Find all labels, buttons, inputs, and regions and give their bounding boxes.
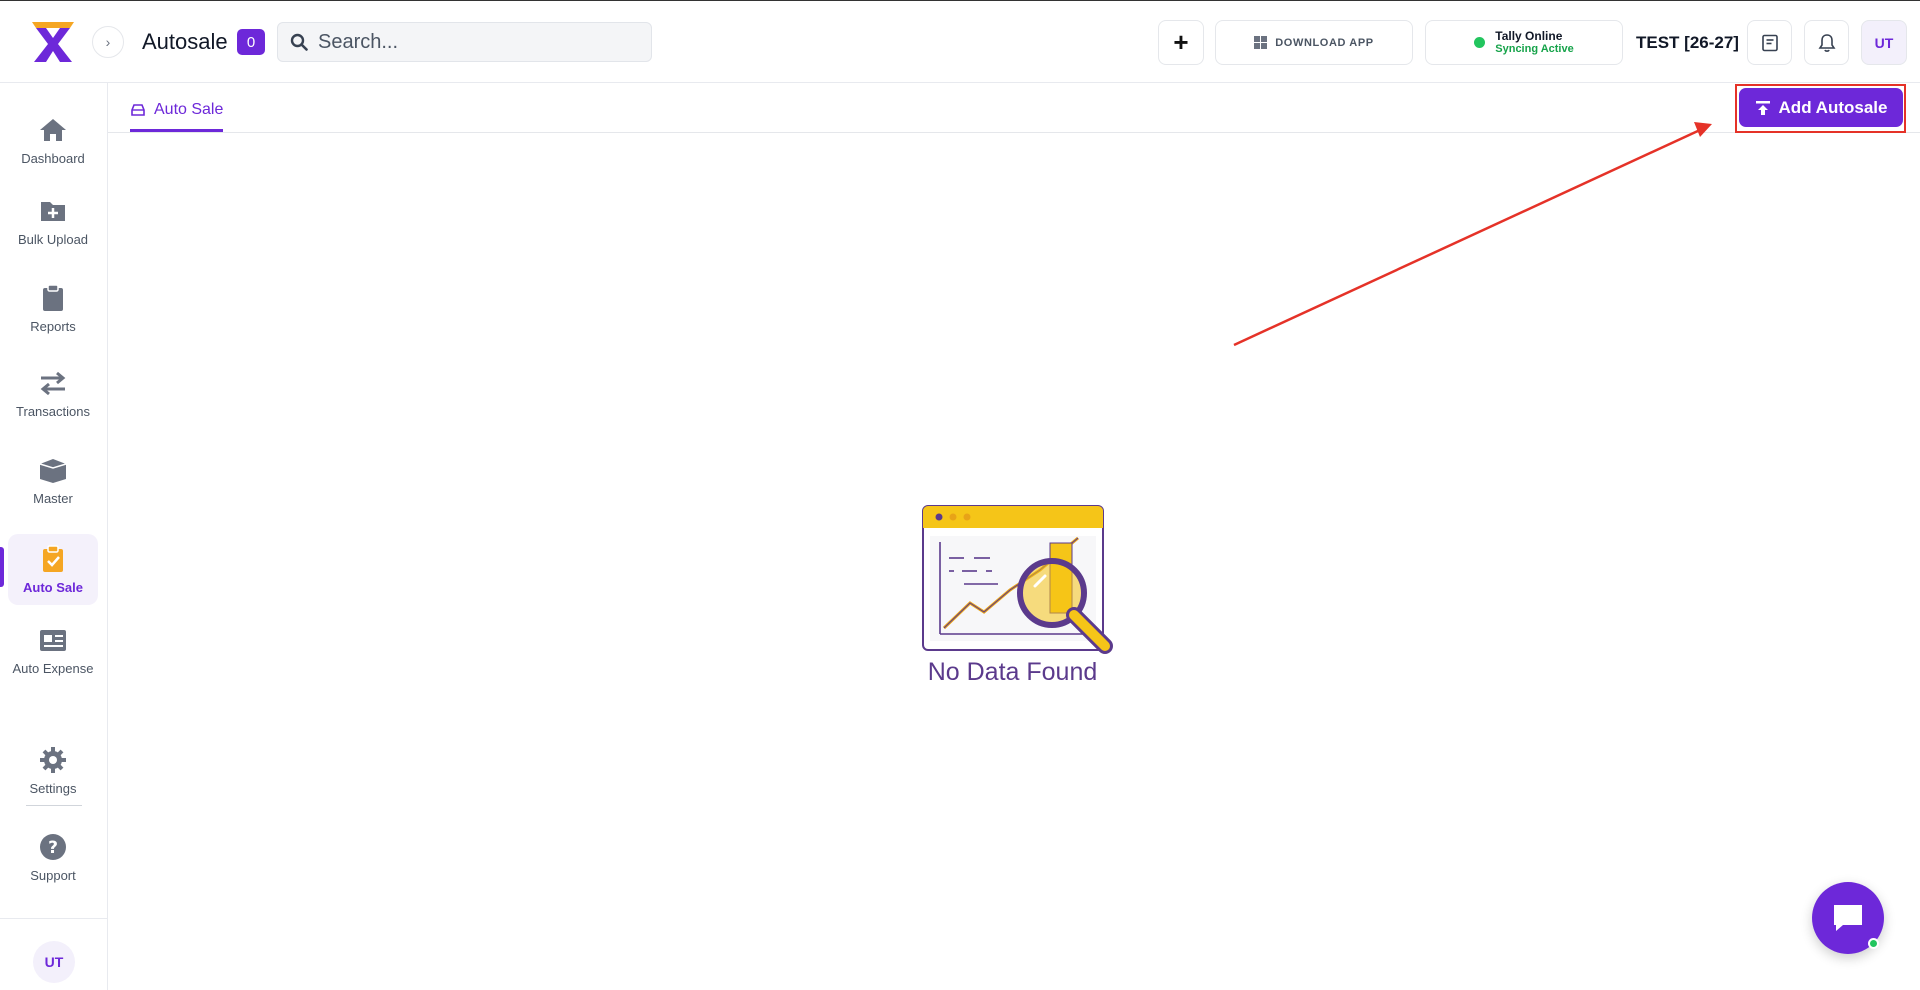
bell-icon (1818, 33, 1835, 52)
tally-title: Tally Online (1495, 28, 1563, 43)
arrows-exchange-icon (40, 371, 66, 396)
user-avatar[interactable]: UT (1861, 20, 1907, 65)
book-icon (1761, 34, 1778, 51)
sidebar-item-label: Settings (29, 781, 77, 796)
sidebar-item-bulk-upload[interactable]: Bulk Upload (8, 196, 98, 247)
box-icon (39, 459, 67, 483)
sidebar-item-label: Bulk Upload (17, 232, 89, 247)
sidebar-toggle-button[interactable]: › (92, 26, 124, 58)
gear-icon (40, 747, 66, 773)
notifications-button[interactable] (1804, 20, 1849, 65)
annotation-arrow (1233, 122, 1712, 347)
sidebar-item-support[interactable]: ? Support (8, 832, 98, 883)
clipboard-check-icon (43, 545, 63, 572)
tab-auto-sale[interactable]: Auto Sale (130, 96, 224, 132)
add-autosale-label: Add Autosale (1778, 97, 1888, 117)
car-icon (131, 103, 145, 116)
sidebar-item-auto-expense[interactable]: Auto Expense (8, 625, 98, 676)
svg-text:?: ? (48, 838, 58, 858)
tab-bar: Auto Sale (108, 83, 1920, 133)
sidebar-item-label: Auto Expense (12, 661, 94, 676)
sidebar-footer-divider (0, 918, 108, 919)
company-selector[interactable]: TEST [26-27] (1636, 33, 1739, 53)
home-icon (40, 119, 66, 141)
sidebar-item-dashboard[interactable]: Dashboard (8, 115, 98, 166)
empty-state-text: No Data Found (927, 658, 1098, 686)
chat-icon (1834, 905, 1862, 931)
id-card-icon (40, 630, 66, 651)
folder-plus-icon (41, 202, 65, 221)
chat-online-dot (1868, 938, 1879, 949)
chevron-right-icon: › (105, 34, 111, 50)
tally-status-button[interactable]: Tally Online Syncing Active (1425, 20, 1623, 65)
search-box[interactable] (277, 22, 652, 62)
search-input[interactable] (318, 30, 628, 54)
sidebar-item-label: Transactions (16, 404, 90, 419)
count-badge: 0 (237, 29, 265, 55)
sidebar-divider (26, 805, 82, 806)
sidebar-item-settings[interactable]: Settings (8, 745, 98, 796)
search-icon (290, 33, 308, 51)
download-app-label: DOWNLOAD APP (1275, 36, 1374, 49)
add-autosale-button[interactable]: Add Autosale (1739, 88, 1903, 127)
sidebar-item-master[interactable]: Master (8, 455, 98, 506)
sidebar-item-label: Reports (30, 319, 76, 334)
page-title: Autosale (142, 29, 228, 54)
plus-icon: + (1173, 27, 1189, 57)
sidebar: Dashboard Bulk Upload Reports Transactio… (0, 83, 108, 990)
sidebar-item-transactions[interactable]: Transactions (8, 368, 98, 419)
windows-icon (1254, 36, 1268, 49)
clipboard-icon (43, 284, 63, 311)
sidebar-item-label: Dashboard (21, 151, 85, 166)
download-app-button[interactable]: DOWNLOAD APP (1215, 20, 1413, 65)
upload-icon (1755, 100, 1770, 115)
tally-sync-status: Syncing Active (1495, 42, 1574, 55)
tab-label: Auto Sale (154, 100, 224, 118)
sidebar-user-avatar[interactable]: UT (33, 941, 75, 983)
sidebar-item-label: Master (33, 491, 73, 506)
active-indicator (0, 547, 4, 587)
online-status-dot (1474, 37, 1486, 48)
sidebar-item-reports[interactable]: Reports (8, 283, 98, 334)
sidebar-item-label: Support (30, 868, 76, 883)
question-icon: ? (40, 834, 66, 860)
sidebar-item-label: Auto Sale (23, 580, 83, 595)
quick-add-button[interactable]: + (1158, 20, 1204, 65)
ledger-button[interactable] (1747, 20, 1792, 65)
sidebar-item-auto-sale[interactable]: Auto Sale (8, 534, 98, 605)
app-logo-icon[interactable] (30, 20, 76, 64)
top-header: › Autosale 0 + DOWNLOAD APP Tally Online… (0, 1, 1920, 83)
